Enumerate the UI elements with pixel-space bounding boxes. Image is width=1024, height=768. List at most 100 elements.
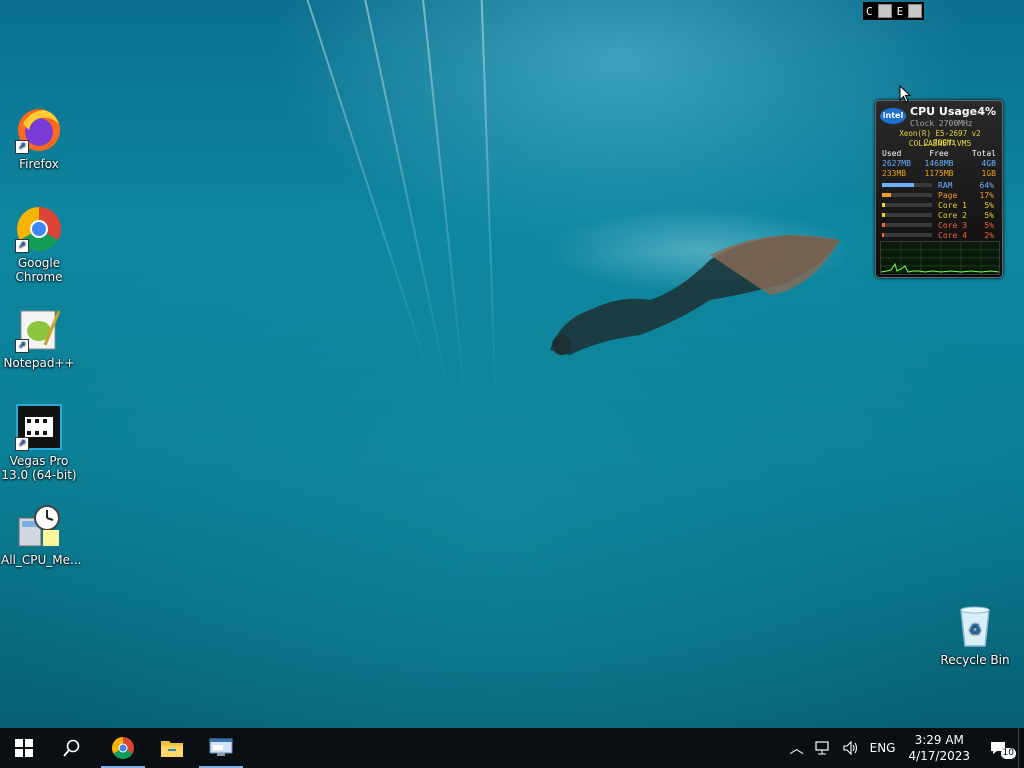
show-hidden-icons-button[interactable]: ︿	[785, 728, 809, 768]
search-icon	[63, 739, 80, 757]
cpu-history-graph	[880, 241, 1000, 275]
usage-bar-value: 5%	[984, 220, 994, 230]
usage-bar-value: 5%	[984, 210, 994, 220]
windows-start-icon	[15, 739, 33, 757]
start-button[interactable]	[0, 728, 48, 768]
usage-bar-row: Core 4 2%	[882, 230, 996, 240]
usage-bar-label: Core 2	[938, 210, 967, 220]
minibar-left-label[interactable]: C	[863, 5, 876, 18]
mem-cell: 1468MB	[924, 159, 954, 168]
taskbar: ︿ ENG 3:29 AM 4/17/2023 10	[0, 728, 1024, 768]
usage-bar-label: RAM	[938, 180, 953, 190]
memory-table: Used Free Total 2627MB 1468MB 4GB 233MB …	[882, 149, 996, 179]
usage-bar-row: Core 3 5%	[882, 220, 996, 230]
desktop-icon-chrome[interactable]: ↗ Google Chrome	[1, 205, 77, 284]
desktop-icon-all-cpu-meter[interactable]: All_CPU_Me...	[1, 502, 82, 567]
minibar-right-label[interactable]: E	[894, 5, 907, 18]
usage-bar-track	[882, 193, 932, 197]
action-center-button[interactable]: 10	[978, 728, 1018, 768]
cpu-gadget-minibar[interactable]: C E	[863, 2, 925, 20]
intel-logo: intel	[880, 108, 906, 124]
desktop-icon-label: Google Chrome	[15, 256, 63, 284]
mem-header-cell: Total	[971, 149, 996, 158]
memory-row-page: 233MB 1175MB 1GB	[882, 169, 996, 179]
usage-bar-track	[882, 203, 932, 207]
usage-bar-value: 64%	[979, 180, 994, 190]
mem-cell: 1GB	[981, 169, 996, 178]
mem-header-cell: Used	[882, 149, 902, 158]
cpu-meter-icon	[15, 502, 63, 550]
desktop-icon-firefox[interactable]: ↗ Firefox	[1, 106, 77, 171]
minibar-window-icon[interactable]	[877, 4, 892, 18]
monitor-window-icon	[209, 738, 233, 756]
mouse-cursor-icon	[899, 85, 911, 103]
usage-bar-track	[882, 213, 932, 217]
firefox-icon: ↗	[15, 106, 63, 154]
usage-bar-row: Page 17%	[882, 190, 996, 200]
mem-cell: 233MB	[882, 169, 907, 178]
clock-date: 4/17/2023	[908, 749, 970, 763]
memory-header-row: Used Free Total	[882, 149, 996, 159]
volume-button[interactable]	[837, 728, 865, 768]
usage-bars: RAM 64% Page 17% Core 1 5% Core 2 5% Core 3 5% Cor…	[882, 180, 996, 240]
taskbar-remote-app-button[interactable]	[197, 728, 245, 768]
chrome-icon	[112, 737, 134, 759]
mem-cell: 4GB	[981, 159, 996, 168]
desktop-icon-label: Notepad++	[3, 356, 75, 370]
shortcut-arrow-icon: ↗	[15, 239, 29, 253]
usage-bar-label: Page	[938, 190, 958, 200]
light-ray	[480, 0, 497, 400]
notification-count-badge: 10	[1000, 748, 1016, 759]
desktop-icon-vegas-pro[interactable]: ↗ Vegas Pro 13.0 (64-bit)	[1, 403, 77, 482]
clock-button[interactable]: 3:29 AM 4/17/2023	[900, 728, 978, 768]
speaker-icon	[843, 740, 857, 756]
light-ray	[360, 0, 450, 392]
folder-icon	[161, 741, 183, 757]
usage-bar-row: RAM 64%	[882, 180, 996, 190]
desktop-icon-label: Recycle Bin	[940, 653, 1010, 667]
usage-bar-fill	[882, 233, 884, 237]
usage-bar-value: 5%	[984, 200, 994, 210]
usage-bar-fill	[882, 203, 885, 207]
system-tray: ︿ ENG 3:29 AM 4/17/2023 10	[785, 728, 1024, 768]
usage-bar-row: Core 1 5%	[882, 200, 996, 210]
desktop-icon-recycle-bin[interactable]: ♻ Recycle Bin	[937, 602, 1013, 667]
usage-bar-value: 17%	[979, 190, 994, 200]
usage-bar-fill	[882, 183, 914, 187]
light-ray	[300, 0, 432, 380]
recycle-bin-icon: ♻	[951, 602, 999, 650]
usage-bar-label: Core 1	[938, 200, 967, 210]
gadget-title: CPU Usage	[910, 105, 978, 118]
chrome-icon: ↗	[15, 205, 63, 253]
vegas-pro-icon: ↗	[15, 403, 63, 451]
usage-bar-track	[882, 233, 932, 237]
usage-bar-row: Core 2 5%	[882, 210, 996, 220]
usage-bar-fill	[882, 213, 885, 217]
mem-header-cell: Free	[929, 149, 949, 158]
taskbar-chrome-button[interactable]	[99, 728, 147, 768]
desktop-icon-label: All_CPU_Me...	[1, 553, 82, 567]
memory-row-ram: 2627MB 1468MB 4GB	[882, 159, 996, 169]
search-button[interactable]	[48, 728, 96, 768]
taskbar-file-explorer-button[interactable]	[148, 728, 196, 768]
light-ray	[420, 0, 466, 398]
mem-cell: 1175MB	[924, 169, 954, 178]
desktop-icon-notepadplusplus[interactable]: ↗ Notepad++	[1, 305, 77, 370]
show-desktop-button[interactable]	[1018, 728, 1024, 768]
network-button[interactable]	[809, 728, 837, 768]
clock-time: 3:29 AM	[914, 733, 964, 747]
shortcut-arrow-icon: ↗	[15, 437, 29, 451]
host-name: COLLABNET\VM5	[908, 139, 972, 148]
usage-bar-track	[882, 223, 932, 227]
usage-bar-fill	[882, 223, 885, 227]
desktop-icon-label: Firefox	[19, 157, 59, 171]
minibar-window-icon[interactable]	[908, 4, 923, 18]
network-icon	[815, 741, 829, 755]
cpu-usage-percent: 4%	[977, 105, 996, 118]
usage-bar-value: 2%	[984, 230, 994, 240]
usage-bar-label: Core 3	[938, 220, 967, 230]
cpu-usage-gadget[interactable]: intel CPU Usage 4% Clock 2700MHz Xeon(R)…	[875, 100, 1003, 278]
shortcut-arrow-icon: ↗	[15, 140, 29, 154]
usage-bar-track	[882, 183, 932, 187]
input-language-button[interactable]: ENG	[865, 728, 901, 768]
